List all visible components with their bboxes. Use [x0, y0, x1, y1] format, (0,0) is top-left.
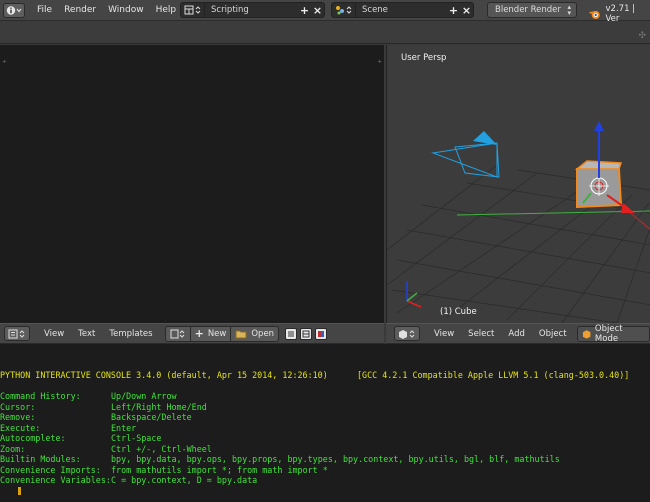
console-row: Autocomplete: Ctrl-Space: [0, 433, 162, 443]
text-editor-icon[interactable]: [4, 326, 30, 341]
console-row: Command History: Up/Down Arrow: [0, 391, 177, 401]
menu-help[interactable]: Help: [156, 5, 177, 15]
add-screen-icon[interactable]: +: [298, 3, 311, 17]
text-editor-header: View Text Templates + New Open: [0, 323, 384, 344]
text-browse-icon[interactable]: [166, 327, 190, 341]
scene-icon[interactable]: [332, 3, 356, 17]
console-row: Execute: Enter: [0, 422, 137, 433]
area-split-corner[interactable]: ⁺: [377, 59, 382, 69]
menu-render[interactable]: Render: [64, 5, 96, 15]
view3d-menu-object[interactable]: Object: [539, 329, 567, 339]
view3d-menu-add[interactable]: Add: [508, 329, 524, 339]
updown-arrows-icon: ▴ ▾: [567, 3, 571, 17]
console-text-cursor[interactable]: [18, 487, 21, 495]
screen-layout-selector[interactable]: Scripting + ×: [180, 2, 325, 18]
delete-screen-icon[interactable]: ×: [311, 3, 324, 17]
object-mode-label: Object Mode: [594, 323, 623, 344]
console-row: Convenience Imports: from mathutils impor…: [0, 464, 328, 475]
text-editor-area[interactable]: ⁺ ⁺: [0, 45, 384, 323]
text-menu-templates[interactable]: Templates: [109, 329, 152, 339]
object-mode-inner: Object Mode: [578, 323, 649, 344]
3d-scene-canvas[interactable]: [387, 45, 650, 323]
python-console[interactable]: PYTHON INTERACTIVE CONSOLE 3.4.0 (defaul…: [0, 344, 650, 502]
text-datablock-group[interactable]: + New Open: [164, 325, 280, 342]
viewport-view-label: User Persp: [401, 53, 447, 63]
console-compiler-info: [GCC 4.2.1 Compatible Apple LLVM 5.1 (cl…: [357, 370, 630, 380]
toggle-line-numbers-icon[interactable]: [285, 327, 298, 340]
empty-editor-strip: ✣: [0, 21, 650, 44]
active-object-label: (1) Cube: [440, 307, 477, 317]
toggle-word-wrap-icon[interactable]: [300, 327, 313, 340]
open-text-button[interactable]: Open: [230, 326, 278, 341]
console-row: Builtin Modules: bpy, bpy.data, bpy.ops, …: [0, 454, 560, 464]
scene-name[interactable]: Scene: [356, 5, 447, 15]
new-label: New: [207, 328, 227, 339]
blender-logo-icon: [588, 10, 600, 20]
open-label: Open: [251, 328, 275, 339]
delete-scene-icon[interactable]: ×: [460, 3, 473, 17]
info-editor-icon[interactable]: [3, 2, 25, 18]
console-row: Zoom: Ctrl +/-, Ctrl-Wheel: [0, 443, 212, 454]
menu-window[interactable]: Window: [108, 5, 144, 15]
menu-file[interactable]: File: [37, 5, 52, 15]
camera-object[interactable]: [431, 131, 500, 178]
screen-layout-name[interactable]: Scripting: [205, 5, 298, 15]
console-row: Cursor: Left/Right Home/End: [0, 401, 207, 412]
area-split-corner[interactable]: ⁺: [2, 59, 7, 69]
area-split-corner[interactable]: ✣: [638, 31, 646, 41]
screen-layout-icon[interactable]: [181, 3, 205, 17]
3d-viewport[interactable]: User Persp (1) Cube: [386, 45, 650, 323]
text-menu-view[interactable]: View: [44, 329, 64, 339]
text-menu-text[interactable]: Text: [78, 329, 95, 339]
info-header: File Render Window Help Scripting + × Sc…: [0, 0, 650, 24]
view3d-menu-select[interactable]: Select: [468, 329, 494, 339]
new-icon: +: [194, 327, 204, 340]
view3d-editor-icon[interactable]: [394, 326, 420, 341]
object-mode-selector[interactable]: Object Mode: [576, 323, 650, 344]
scene-selector[interactable]: Scene + ×: [331, 2, 474, 18]
render-engine-selector[interactable]: Blender Render ▴ ▾: [487, 2, 577, 18]
render-engine-label: Blender Render: [495, 5, 561, 15]
add-scene-icon[interactable]: +: [447, 3, 460, 17]
console-row: Remove: Backspace/Delete: [0, 412, 192, 422]
toggle-syntax-highlight-icon[interactable]: [315, 327, 328, 340]
new-text-button[interactable]: + New: [189, 326, 231, 341]
open-folder-icon: [235, 330, 247, 338]
3d-view-header: View Select Add Object Object Mode: [386, 323, 650, 344]
console-header-line: PYTHON INTERACTIVE CONSOLE 3.4.0 (defaul…: [0, 370, 328, 380]
view3d-menu-view[interactable]: View: [434, 329, 454, 339]
object-mode-icon: [582, 329, 590, 339]
console-row: Convenience Variables:C = bpy.context, D…: [0, 475, 258, 485]
